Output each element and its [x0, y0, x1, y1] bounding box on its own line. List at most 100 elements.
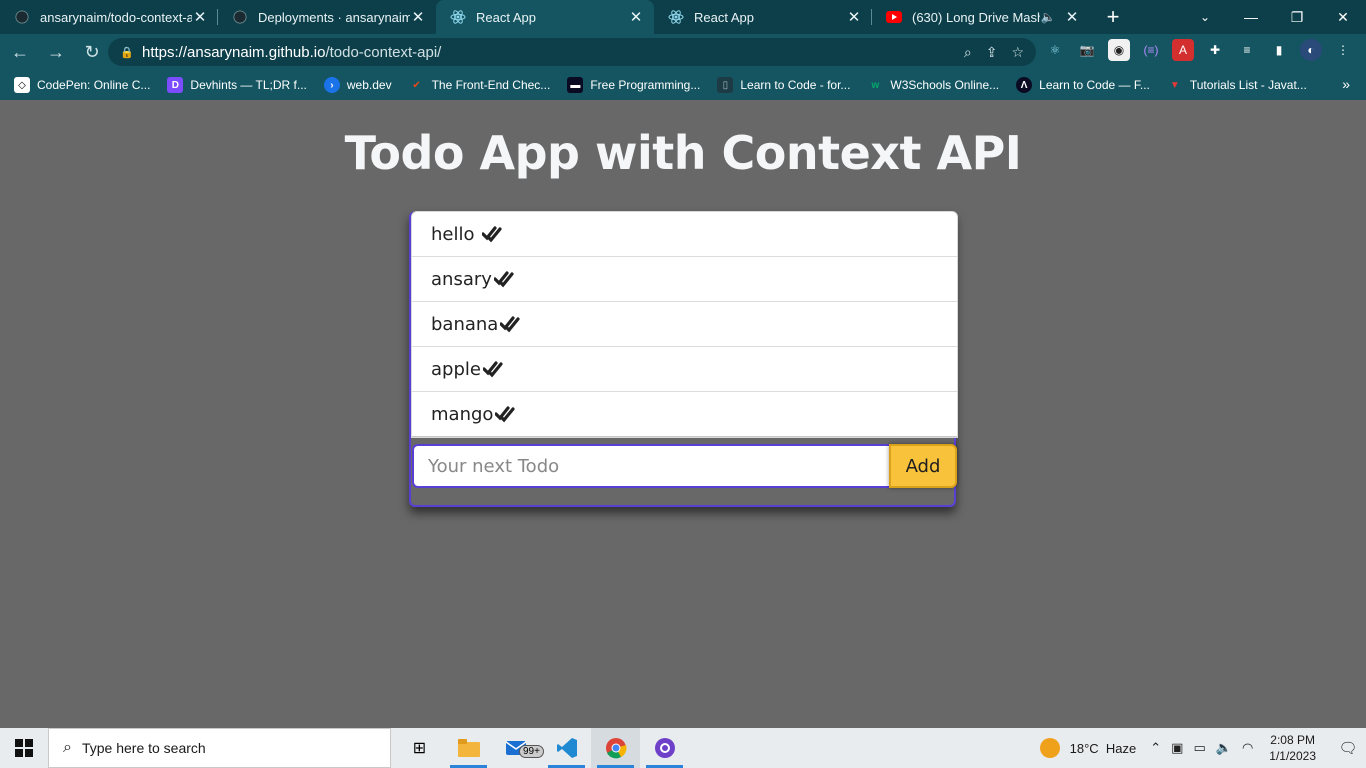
taskbar-search[interactable]: ⌕ Type here to search — [48, 728, 391, 768]
close-icon[interactable]: ✕ — [1064, 8, 1080, 26]
taskbar-search-placeholder: Type here to search — [81, 740, 206, 756]
freecodecamp-icon: ▬ — [567, 77, 584, 93]
todo-text: ansary — [431, 268, 492, 290]
double-check-icon[interactable] — [482, 225, 502, 243]
todo-list: hello ansary banana apple mango — [411, 211, 958, 438]
react-devtools-icon[interactable]: ⚛ — [1044, 39, 1066, 61]
bookmark-label: The Front-End Chec... — [431, 78, 551, 92]
reload-icon[interactable]: ↻ — [76, 36, 108, 68]
bookmark-item[interactable]: Λ Learn to Code — F... — [1016, 77, 1150, 93]
bookmark-item[interactable]: ▼ Tutorials List - Javat... — [1167, 77, 1307, 93]
mail-badge: 99+ — [519, 745, 544, 758]
bookmark-item[interactable]: w W3Schools Online... — [867, 77, 1000, 93]
camera-icon[interactable]: 📷 — [1076, 39, 1098, 61]
chevron-up-icon[interactable]: ⌃ — [1150, 740, 1161, 756]
bookmark-label: Learn to Code — F... — [1039, 78, 1150, 92]
address-bar[interactable]: 🔒 https://ansarynaim.github.io/todo-cont… — [108, 38, 1036, 66]
bookmark-item[interactable]: ▬ Free Programming... — [567, 77, 700, 93]
zoom-icon[interactable]: ⌕ — [964, 44, 972, 61]
bookmarks-overflow-icon[interactable]: » — [1342, 76, 1350, 92]
tab-title: React App — [694, 9, 754, 25]
checklist-icon: ✔ — [412, 79, 421, 91]
meet-now-icon[interactable]: ▣ — [1171, 740, 1183, 756]
file-explorer-icon[interactable] — [444, 728, 493, 768]
vscode-icon[interactable] — [542, 728, 591, 768]
extensions-puzzle-icon[interactable]: ✚ — [1204, 39, 1226, 61]
new-tab-button[interactable]: + — [1098, 0, 1128, 34]
webdev-icon: › — [323, 77, 340, 93]
search-icon: ⌕ — [63, 739, 72, 756]
bookmark-item[interactable]: ▯ Learn to Code - for... — [717, 77, 850, 93]
javatpoint-icon: ▼ — [1169, 79, 1180, 91]
todo-item: mango — [412, 392, 957, 437]
redux-icon[interactable]: (≡) — [1140, 39, 1162, 61]
url-text[interactable]: https://ansarynaim.github.io/todo-contex… — [142, 44, 964, 61]
todo-item: hello — [412, 212, 957, 257]
double-check-icon[interactable] — [500, 315, 520, 333]
minimize-icon[interactable]: — — [1228, 0, 1274, 34]
tab-github-repo[interactable]: ansarynaim/todo-context-ap ✕ — [0, 0, 218, 34]
media-control-icon[interactable]: ≡ — [1236, 39, 1258, 61]
battery-icon[interactable]: ▭ — [1193, 740, 1205, 756]
mail-icon[interactable]: 99+ — [493, 728, 544, 768]
browser-toolbar: ← → ↻ 🔒 https://ansarynaim.github.io/tod… — [0, 34, 1366, 70]
share-icon[interactable]: ⇪ — [986, 44, 998, 61]
chrome-icon[interactable] — [591, 728, 640, 768]
bookmark-star-icon[interactable]: ☆ — [1011, 44, 1024, 61]
clock[interactable]: 2:08 PM 1/1/2023 — [1269, 732, 1316, 764]
codepen-icon: ◇ — [14, 77, 30, 93]
tab-react-app-active[interactable]: React App ✕ — [436, 0, 654, 34]
side-panel-icon[interactable]: ▮ — [1268, 39, 1290, 61]
github-desktop-icon[interactable] — [640, 728, 689, 768]
close-icon[interactable]: ✕ — [192, 8, 208, 26]
pdf-icon[interactable]: A — [1172, 39, 1194, 61]
tab-strip: ansarynaim/todo-context-ap ✕ Deployments… — [0, 0, 1366, 34]
add-button[interactable]: Add — [889, 444, 957, 488]
double-check-icon[interactable] — [482, 360, 503, 378]
forward-arrow-icon[interactable]: → — [40, 36, 72, 68]
weather-text: 18°C Haze — [1069, 740, 1137, 756]
back-arrow-icon[interactable]: ← — [4, 36, 36, 68]
volume-icon[interactable]: 🔈 — [1216, 740, 1232, 756]
react-icon — [450, 9, 466, 25]
todo-form: Add — [412, 444, 957, 489]
bookmark-item[interactable]: ✔ The Front-End Chec... — [409, 77, 551, 93]
todo-item: apple — [412, 347, 957, 392]
speaker-icon[interactable]: 🔈 — [1040, 10, 1056, 24]
todo-input[interactable] — [412, 444, 889, 488]
bookmark-item[interactable]: D Devhints — TL;DR f... — [167, 77, 307, 93]
windows-start-icon[interactable] — [0, 728, 48, 768]
tab-react-app[interactable]: React App ✕ — [654, 0, 872, 34]
avatar[interactable]: ◐ — [1300, 39, 1322, 61]
todo-text: mango — [431, 403, 494, 425]
tab-title: (630) Long Drive Mashup — [912, 9, 1040, 25]
bookmark-label: web.dev — [346, 78, 392, 92]
bookmark-label: Tutorials List - Javat... — [1189, 78, 1307, 92]
close-window-icon[interactable]: ✕ — [1320, 0, 1366, 34]
page-viewport: Todo App with Context API hello ansary b… — [0, 100, 1366, 728]
close-icon[interactable]: ✕ — [410, 8, 426, 26]
notification-icon[interactable]: 🗨 — [1330, 728, 1366, 768]
bookmark-label: W3Schools Online... — [890, 78, 1000, 92]
task-view-icon[interactable]: ⊞ — [395, 728, 444, 768]
devhints-icon: D — [167, 77, 184, 93]
freecodecamp-icon: Λ — [1016, 77, 1033, 93]
window-controls: — ❐ ✕ — [1228, 0, 1366, 34]
bookmark-item[interactable]: ◇ CodePen: Online C... — [14, 77, 150, 93]
weather-widget[interactable]: 18°C Haze — [1039, 738, 1137, 758]
profile-extension-icon[interactable]: ◉ — [1108, 39, 1130, 61]
more-menu-icon[interactable]: ⋮ — [1332, 39, 1354, 61]
bookmark-item[interactable]: › web.dev — [323, 77, 392, 93]
close-icon[interactable]: ✕ — [628, 8, 644, 26]
tab-youtube[interactable]: (630) Long Drive Mashup 🔈 ✕ — [872, 0, 1090, 34]
double-check-icon[interactable] — [495, 405, 516, 423]
url-host: https://ansarynaim.github.io — [142, 43, 326, 61]
todo-card: hello ansary banana apple mango Add — [409, 211, 958, 507]
tab-search-chevron-icon[interactable]: ⌄ — [1190, 0, 1220, 34]
double-check-icon[interactable] — [493, 270, 514, 288]
tab-deployments[interactable]: Deployments · ansarynaim/tc ✕ — [218, 0, 436, 34]
restore-icon[interactable]: ❐ — [1274, 0, 1320, 34]
taskbar: ⌕ Type here to search ⊞ 99+ 18°C Haze ⌃ … — [0, 728, 1366, 768]
wifi-icon[interactable]: ◠ — [1242, 740, 1253, 756]
close-icon[interactable]: ✕ — [846, 8, 862, 26]
